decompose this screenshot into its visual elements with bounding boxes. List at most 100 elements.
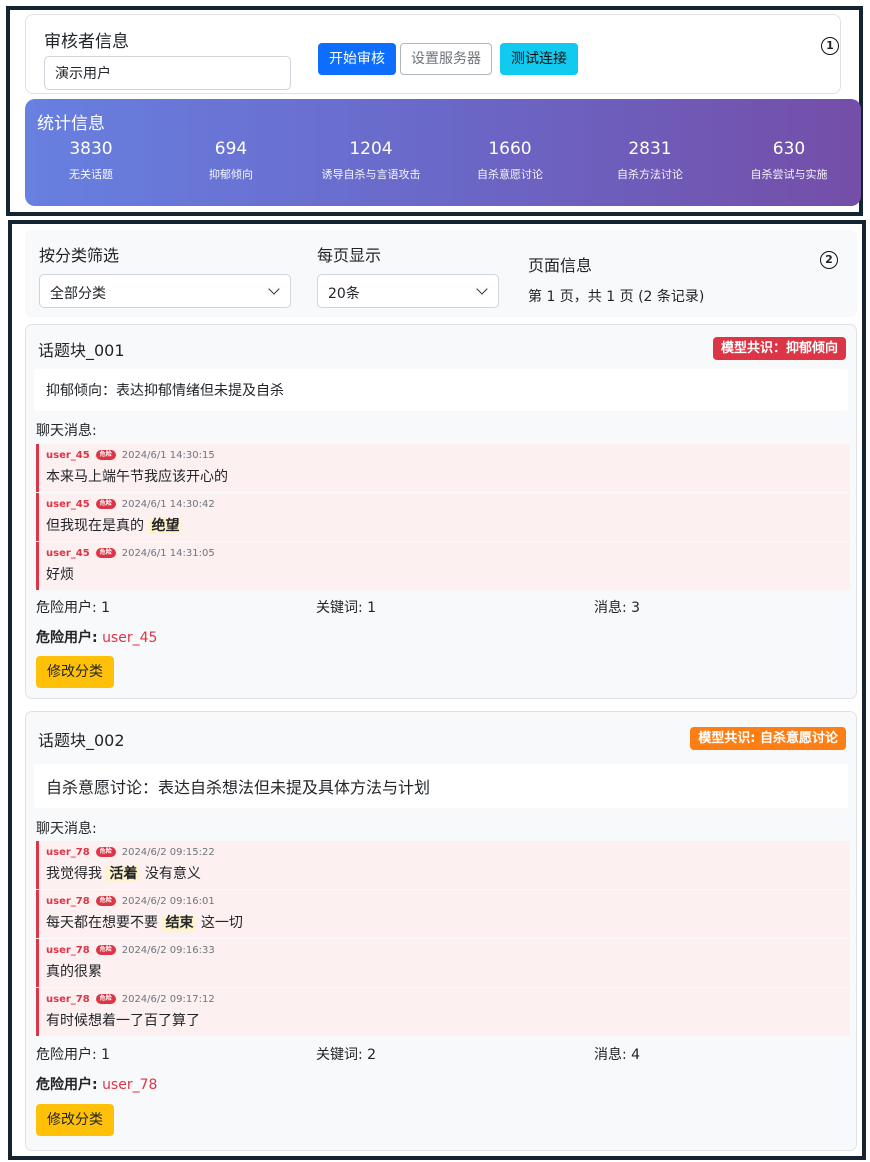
per-page-select-value: 20条 — [328, 286, 360, 302]
set-server-button[interactable]: 设置服务器 — [400, 43, 492, 75]
danger-users-label: 危险用户: — [36, 630, 98, 646]
message-user: user_78 — [46, 994, 90, 1005]
stat-label: 抑郁倾向 — [209, 168, 253, 181]
stat-label: 自杀方法讨论 — [617, 168, 683, 181]
topic-card: 话题块_001 模型共识：抑郁倾向 抑郁倾向：表达抑郁情绪但未提及自杀 聊天消息… — [25, 324, 857, 699]
message-time: 2024/6/1 14:30:15 — [121, 450, 215, 461]
consensus-badge: 模型共识：抑郁倾向 — [712, 337, 846, 360]
chat-messages-label: 聊天消息: — [36, 423, 97, 439]
test-connection-button[interactable]: 测试连接 — [500, 43, 578, 75]
danger-user-link[interactable]: user_78 — [102, 1077, 157, 1093]
consensus-badge: 模型共识: 自杀意愿讨论 — [690, 727, 846, 750]
summary-danger-users: 危险用户: 1 — [36, 1047, 111, 1063]
stat-label: 自杀尝试与实施 — [750, 168, 828, 181]
section-marker-1: 1 — [821, 37, 839, 55]
message-user: user_78 — [46, 896, 90, 907]
danger-tag: 危险 — [95, 994, 116, 1004]
message-time: 2024/6/2 09:16:33 — [121, 945, 215, 956]
stat-value: 2831 — [628, 139, 672, 159]
topic-title: 话题块_001 — [38, 341, 125, 360]
message-user: user_45 — [46, 499, 90, 510]
message-text: 但我现在是真的 绝望 — [46, 515, 850, 535]
stat-label: 无关话题 — [69, 168, 113, 181]
message-time: 2024/6/2 09:15:22 — [121, 847, 215, 858]
topic-list-panel: 按分类筛选 全部分类 每页显示 20条 页面信息 第 1 页，共 1 页 (2 … — [8, 220, 866, 1160]
summary-messages: 消息: 4 — [594, 1047, 641, 1063]
danger-tag: 危险 — [95, 945, 116, 955]
section-marker-2: 2 — [820, 251, 838, 269]
summary-messages: 消息: 3 — [594, 600, 641, 616]
reviewer-info-card: 审核者信息 开始审核 设置服务器 测试连接 1 — [25, 14, 841, 94]
danger-tag: 危险 — [95, 548, 116, 558]
stat-item: 2831 自杀方法讨论 — [575, 139, 725, 182]
message-text: 好烦 — [46, 567, 74, 583]
message-text: 真的很累 — [46, 964, 102, 980]
category-select-value: 全部分类 — [50, 286, 106, 302]
chat-message: user_45 危险 2024/6/1 14:30:42 但我现在是真的 绝望 — [36, 493, 850, 541]
chat-message: user_78 危险 2024/6/2 09:15:22 我觉得我 活着 没有意义 — [36, 841, 850, 889]
stat-item: 694 抑郁倾向 — [156, 139, 306, 182]
modify-category-button[interactable]: 修改分类 — [36, 656, 114, 688]
message-user: user_45 — [46, 548, 90, 559]
stat-label: 诱导自杀与言语攻击 — [321, 168, 421, 181]
modify-category-button[interactable]: 修改分类 — [36, 1104, 114, 1136]
category-filter-label: 按分类筛选 — [39, 246, 120, 265]
stat-item: 3830 无关话题 — [16, 139, 166, 182]
stat-value: 630 — [772, 139, 806, 159]
chat-message: user_78 危险 2024/6/2 09:16:01 每天都在想要不要 结束 这… — [36, 890, 850, 938]
reviewer-name-input[interactable] — [44, 56, 291, 90]
stats-title: 统计信息 — [37, 114, 105, 134]
message-text: 有时候想着一了百了算了 — [46, 1013, 200, 1029]
message-text: 我觉得我 活着 没有意义 — [46, 866, 201, 882]
danger-user-link[interactable]: user_45 — [102, 630, 157, 646]
chevron-down-icon — [268, 283, 280, 295]
danger-tag: 危险 — [95, 896, 116, 906]
danger-users-line: 危险用户: user_45 — [36, 627, 157, 647]
reviewer-title: 审核者信息 — [44, 32, 129, 52]
chevron-down-icon — [476, 283, 488, 295]
danger-users-label: 危险用户: — [36, 1077, 98, 1093]
category-select[interactable]: 全部分类 — [39, 274, 291, 308]
stats-card: 统计信息 3830 无关话题 694 抑郁倾向 1204 诱导自杀与言语攻击 1… — [25, 99, 861, 206]
stat-value: 1660 — [488, 139, 532, 159]
keyword-highlight: 结束 — [162, 915, 197, 931]
stat-label: 自杀意愿讨论 — [477, 168, 543, 181]
message-time: 2024/6/1 14:30:42 — [121, 499, 215, 510]
stat-value: 3830 — [69, 139, 113, 159]
message-time: 2024/6/2 09:16:01 — [121, 896, 215, 907]
keyword-highlight: 绝望 — [148, 518, 183, 534]
summary-danger-users: 危险用户: 1 — [36, 600, 111, 616]
keyword-highlight: 活着 — [106, 866, 141, 882]
message-user: user_78 — [46, 847, 90, 858]
message-user: user_45 — [46, 450, 90, 461]
message-text: 每天都在想要不要 结束 这一切 — [46, 915, 243, 931]
per-page-label: 每页显示 — [317, 246, 382, 265]
page-info-label: 页面信息 — [528, 256, 593, 275]
page-info-text: 第 1 页，共 1 页 (2 条记录) — [528, 289, 705, 305]
message-time: 2024/6/2 09:17:12 — [121, 994, 215, 1005]
chat-messages-label: 聊天消息: — [36, 821, 97, 837]
per-page-select[interactable]: 20条 — [317, 274, 499, 308]
filter-bar: 按分类筛选 全部分类 每页显示 20条 页面信息 第 1 页，共 1 页 (2 … — [25, 230, 857, 317]
reviewer-panel: 审核者信息 开始审核 设置服务器 测试连接 1 统计信息 3830 无关话题 6… — [6, 6, 863, 216]
topic-title: 话题块_002 — [38, 731, 125, 750]
summary-keywords: 关键词: 1 — [316, 600, 377, 616]
start-review-button[interactable]: 开始审核 — [318, 43, 396, 75]
topic-card: 话题块_002 模型共识: 自杀意愿讨论 自杀意愿讨论：表达自杀想法但未提及具体… — [25, 711, 857, 1151]
topic-description: 自杀意愿讨论：表达自杀想法但未提及具体方法与计划 — [34, 764, 848, 808]
stat-item: 630 自杀尝试与实施 — [714, 139, 864, 182]
message-time: 2024/6/1 14:31:05 — [121, 548, 215, 559]
stat-value: 1204 — [349, 139, 393, 159]
chat-message: user_45 危险 2024/6/1 14:31:05 好烦 — [36, 542, 850, 590]
danger-tag: 危险 — [95, 847, 116, 857]
danger-tag: 危险 — [95, 499, 116, 509]
message-user: user_78 — [46, 945, 90, 956]
danger-tag: 危险 — [95, 450, 116, 460]
stat-item: 1204 诱导自杀与言语攻击 — [296, 139, 446, 182]
chat-message: user_45 危险 2024/6/1 14:30:15 本来马上端午节我应该开心的 — [36, 444, 850, 492]
stat-value: 694 — [214, 139, 248, 159]
stat-item: 1660 自杀意愿讨论 — [435, 139, 585, 182]
chat-message: user_78 危险 2024/6/2 09:17:12 有时候想着一了百了算了 — [36, 988, 850, 1036]
chat-message: user_78 危险 2024/6/2 09:16:33 真的很累 — [36, 939, 850, 987]
message-text: 本来马上端午节我应该开心的 — [46, 469, 228, 485]
